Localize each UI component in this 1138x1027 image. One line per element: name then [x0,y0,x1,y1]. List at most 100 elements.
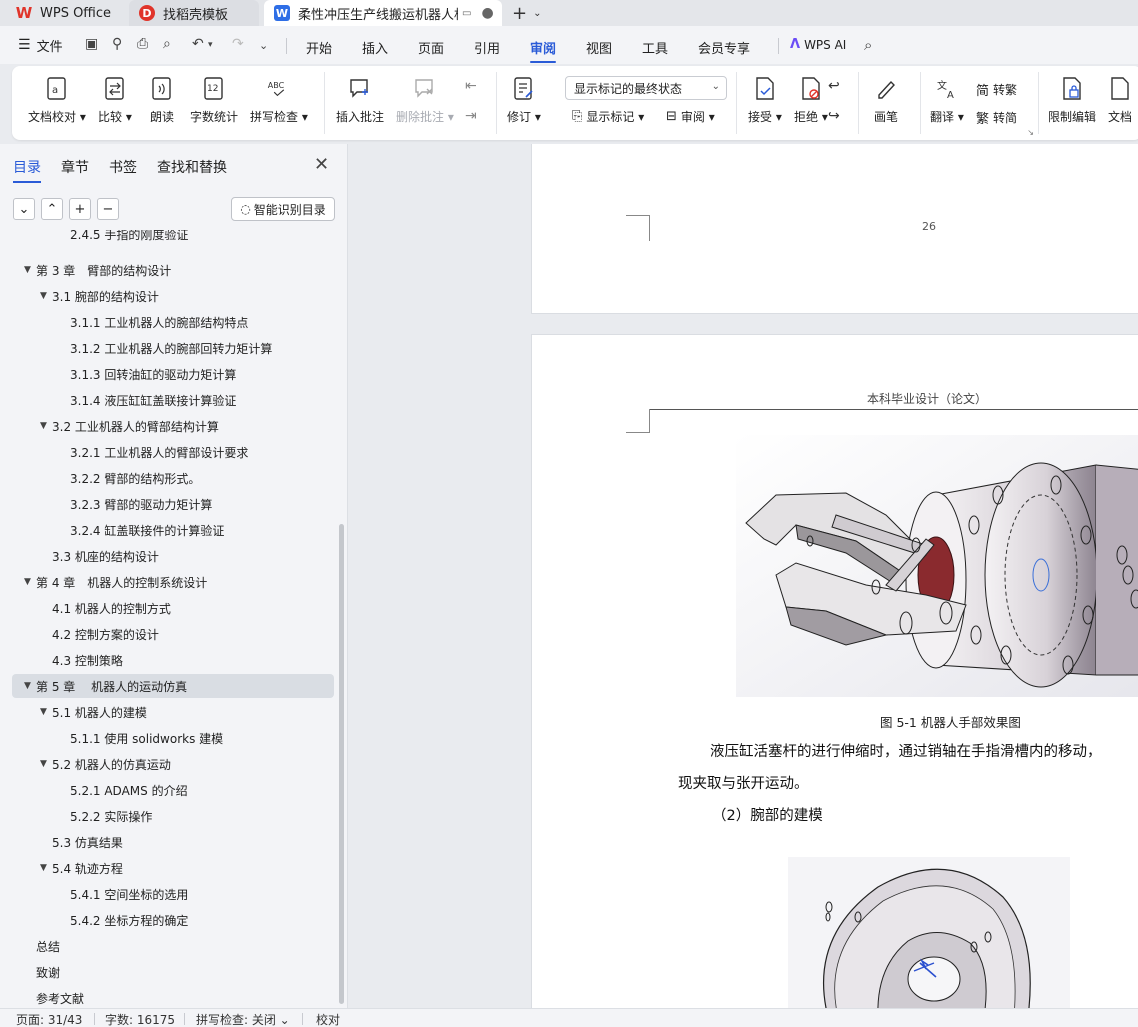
toc-item[interactable]: 5.2.2 实际操作 [12,804,334,828]
toc-item[interactable]: ▼ 第 3 章 臂部的结构设计 [12,258,334,282]
prev-change-icon[interactable]: ↩ [828,78,840,94]
file-menu[interactable]: ☰ 文件 [18,36,63,55]
expand-triangle-icon[interactable]: ▼ [40,863,52,873]
toc-item[interactable]: ▼ 3.2 工业机器人的臂部结构计算 [12,414,334,438]
toc-item[interactable]: 5.1.1 使用 solidworks 建模 [12,726,334,750]
prev-comment-icon[interactable]: ⇤ [465,78,477,94]
smart-toc-button[interactable]: ◌ 智能识别目录 [231,197,335,221]
spell-check-button[interactable]: ABC 拼写检查 ▾ [250,76,308,125]
monitor-icon[interactable]: ▭ [462,8,471,19]
print-icon[interactable]: ⎙ [137,36,148,52]
expand-triangle-icon[interactable]: ▼ [40,421,52,431]
wps-ai-button[interactable]: ᐱ WPS AI [790,37,846,52]
redo-icon[interactable]: ↷ [232,36,244,52]
chevron-down-icon[interactable]: ⌄ [533,8,541,19]
toc-scrollbar[interactable] [339,524,344,1004]
toc-item[interactable]: 3.2.4 缸盖联接件的计算验证 [12,518,334,542]
spell-check-status[interactable]: 拼写检查: 关闭 ⌄ [196,1011,290,1027]
expand-corner-icon[interactable]: ↘ [1027,128,1034,137]
remove-heading-button[interactable]: − [97,198,119,220]
menu-membership[interactable]: 会员专享 [698,38,750,57]
toc-item[interactable]: 5.4.1 空间坐标的选用 [12,882,334,906]
menu-view[interactable]: 视图 [586,38,612,57]
toc-item[interactable]: 总结 [12,934,334,958]
close-pane-icon[interactable]: ✕ [314,154,329,175]
toc-item[interactable]: 3.1.1 工业机器人的腕部结构特点 [12,310,334,334]
show-markup-button[interactable]: ⎘ 显示标记 ▾ [572,108,644,125]
review-pane-button[interactable]: ⊟ 审阅 ▾ [666,108,715,125]
expand-triangle-icon[interactable]: ▼ [24,681,36,691]
tab-docer-templates[interactable]: D 找稻壳模板 [129,0,259,26]
wrist-model-figure[interactable] [788,857,1070,1008]
expand-triangle-icon[interactable]: ▼ [24,265,36,275]
toc-item[interactable]: 5.2.1 ADAMS 的介绍 [12,778,334,802]
toc-item[interactable]: 3.1.4 液压缸缸盖联接计算验证 [12,388,334,412]
expand-triangle-icon[interactable]: ▼ [40,291,52,301]
tab-find-replace[interactable]: 查找和替换 [157,157,227,177]
accept-button[interactable]: 接受 ▾ [748,76,782,125]
move-up-button[interactable]: ⌃ [41,198,63,220]
to-traditional-button[interactable]: 简 转繁 [976,80,1017,99]
next-comment-icon[interactable]: ⇥ [465,108,477,124]
toc-item[interactable]: 2.4.5 手指的刚度验证 [12,230,334,246]
toc-item[interactable]: ▼ 第 5 章 机器人的运动仿真 [12,674,334,698]
markup-mode-select[interactable]: 显示标记的最终状态 ⌄ [565,76,727,100]
toc-item[interactable]: 3.2.1 工业机器人的臂部设计要求 [12,440,334,464]
toc-item[interactable]: 3.1.3 回转油缸的驱动力矩计算 [12,362,334,386]
menu-references[interactable]: 引用 [474,38,500,57]
expand-triangle-icon[interactable]: ▼ [40,759,52,769]
reject-button[interactable]: 拒绝 ▾ [794,76,828,125]
page-indicator[interactable]: 页面: 31/43 [16,1011,82,1027]
toc-item[interactable]: 5.3 仿真结果 [12,830,334,854]
toc-item[interactable]: ▼ 3.1 腕部的结构设计 [12,284,334,308]
menu-page[interactable]: 页面 [418,38,444,57]
toc-item[interactable]: 5.4.2 坐标方程的确定 [12,908,334,932]
expand-triangle-icon[interactable]: ▼ [40,707,52,717]
toc-item[interactable]: 致谢 [12,960,334,984]
menu-tools[interactable]: 工具 [642,38,668,57]
ink-button[interactable]: 画笔 [874,76,898,125]
toc-item[interactable]: ▼ 5.4 轨迹方程 [12,856,334,880]
save-icon[interactable]: ▣ [85,36,98,52]
toc-item[interactable]: ▼ 5.1 机器人的建模 [12,700,334,724]
toc-item[interactable]: 4.3 控制策略 [12,648,334,672]
tab-toc[interactable]: 目录 [13,157,41,183]
insert-comment-button[interactable]: 插入批注 [336,76,384,125]
restrict-edit-button[interactable]: 限制编辑 [1048,76,1096,125]
word-count-button[interactable]: 12 字数统计 [190,76,238,125]
doc-check-button[interactable]: a 文档校对 ▾ [28,76,86,125]
toc-item[interactable]: 3.2.3 臂部的驱动力矩计算 [12,492,334,516]
toc-item[interactable]: ▼ 5.2 机器人的仿真运动 [12,752,334,776]
expand-triangle-icon[interactable]: ▼ [24,577,36,587]
proofread-indicator[interactable]: 校对 [316,1011,340,1027]
print-preview-icon[interactable]: ⌕ [163,36,171,52]
menu-home[interactable]: 开始 [306,38,332,57]
tab-bookmarks[interactable]: 书签 [109,157,137,177]
menu-review[interactable]: 审阅 [530,38,557,63]
undo-icon[interactable]: ↶ [192,36,204,52]
more-icon[interactable]: ⌄ [259,39,268,52]
undo-dropdown-icon[interactable]: ▾ [208,40,213,50]
track-changes-button[interactable]: 修订 ▾ [507,76,541,125]
toc-item[interactable]: 3.1.2 工业机器人的腕部回转力矩计算 [12,336,334,360]
toc-item[interactable]: 3.2.2 臂部的结构形式。 [12,466,334,490]
robot-hand-figure[interactable] [736,435,1138,697]
document-canvas[interactable]: 26 本科毕业设计（论文） 图 5-1 机器人手部效果图 液压缸活塞杆的进行伸缩… [349,144,1138,1008]
unsaved-dot-icon[interactable]: ● [481,5,493,21]
doc-rights-button[interactable]: 文档 [1108,76,1132,125]
next-change-icon[interactable]: ↪ [828,108,840,124]
compare-button[interactable]: 比较 ▾ [98,76,132,125]
word-count-indicator[interactable]: 字数: 16175 [105,1011,175,1027]
read-aloud-button[interactable]: 朗读 [150,76,174,125]
to-simplified-button[interactable]: 繁 转简 [976,108,1017,127]
new-tab-button[interactable]: + ⌄ [512,0,541,26]
tab-current-document[interactable]: W 柔性冲压生产线搬运机器人机械 ▭ ● [264,0,502,26]
collapse-all-button[interactable]: ⌄ [13,198,35,220]
toc-item[interactable]: 4.2 控制方案的设计 [12,622,334,646]
share-icon[interactable]: ⚲ [112,36,122,52]
toc-item[interactable]: 4.1 机器人的控制方式 [12,596,334,620]
add-heading-button[interactable]: + [69,198,91,220]
toc-item[interactable]: ▼ 第 4 章 机器人的控制系统设计 [12,570,334,594]
toc-item[interactable]: 3.3 机座的结构设计 [12,544,334,568]
menu-insert[interactable]: 插入 [362,38,388,57]
